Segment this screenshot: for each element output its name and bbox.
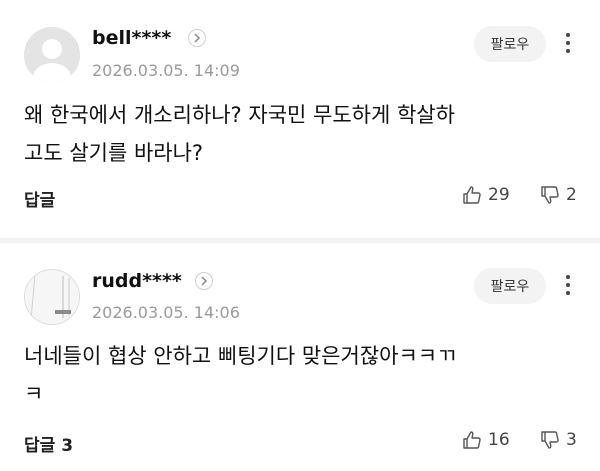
comment-timestamp: 2026.03.05. 14:09 [92,61,240,80]
comment-text-line: 왜 한국에서 개소리하나? 자국민 무도하게 학살하 [24,103,455,127]
thumbs-up-icon [463,431,481,449]
thumbs-down-icon [541,431,559,449]
username[interactable]: rudd**** [92,270,182,292]
reply-button[interactable]: 답글 3 [24,431,73,456]
user-photo-icon [25,270,79,324]
more-vert-icon[interactable] [558,28,578,58]
reply-button[interactable]: 답글 [24,186,55,211]
like-button[interactable]: 16 [462,430,510,450]
chevron-right-icon[interactable] [195,272,213,290]
thumbs-down-icon [541,186,559,204]
dislike-button[interactable]: 2 [540,185,577,205]
dislike-count: 2 [566,185,577,205]
comment-text-line: 너네들이 협상 안하고 삐팅기다 맞은거잖아ㅋㅋㄲ [24,344,457,368]
thumbs-up-icon [463,186,481,204]
follow-button[interactable]: 팔로우 [474,26,546,62]
more-vert-icon[interactable] [558,270,578,300]
comment-text: 왜 한국에서 개소리하나? 자국민 무도하게 학살하 고도 살기를 바라나? [24,96,564,172]
comment-item: bell**** 2026.03.05. 14:09 팔로우 왜 한국에서 개소… [0,0,600,238]
username[interactable]: bell**** [92,27,171,49]
comment-text-line: ㅋ [24,382,44,406]
user-avatar-icon [24,27,80,83]
comment-timestamp: 2026.03.05. 14:06 [92,303,240,322]
chevron-right-icon[interactable] [188,29,206,47]
dislike-count: 3 [566,430,577,450]
dislike-button[interactable]: 3 [540,430,577,450]
like-button[interactable]: 29 [462,185,510,205]
follow-button[interactable]: 팔로우 [474,268,546,304]
like-count: 16 [488,430,510,450]
comment-text-line: 고도 살기를 바라나? [24,141,204,165]
like-count: 29 [488,185,510,205]
comment-item: rudd**** 2026.03.05. 14:06 팔로우 너네들이 협상 안… [0,243,600,471]
comment-text: 너네들이 협상 안하고 삐팅기다 맞은거잖아ㅋㅋㄲ ㅋ [24,337,564,413]
avatar[interactable] [24,27,80,83]
avatar[interactable] [24,269,80,325]
